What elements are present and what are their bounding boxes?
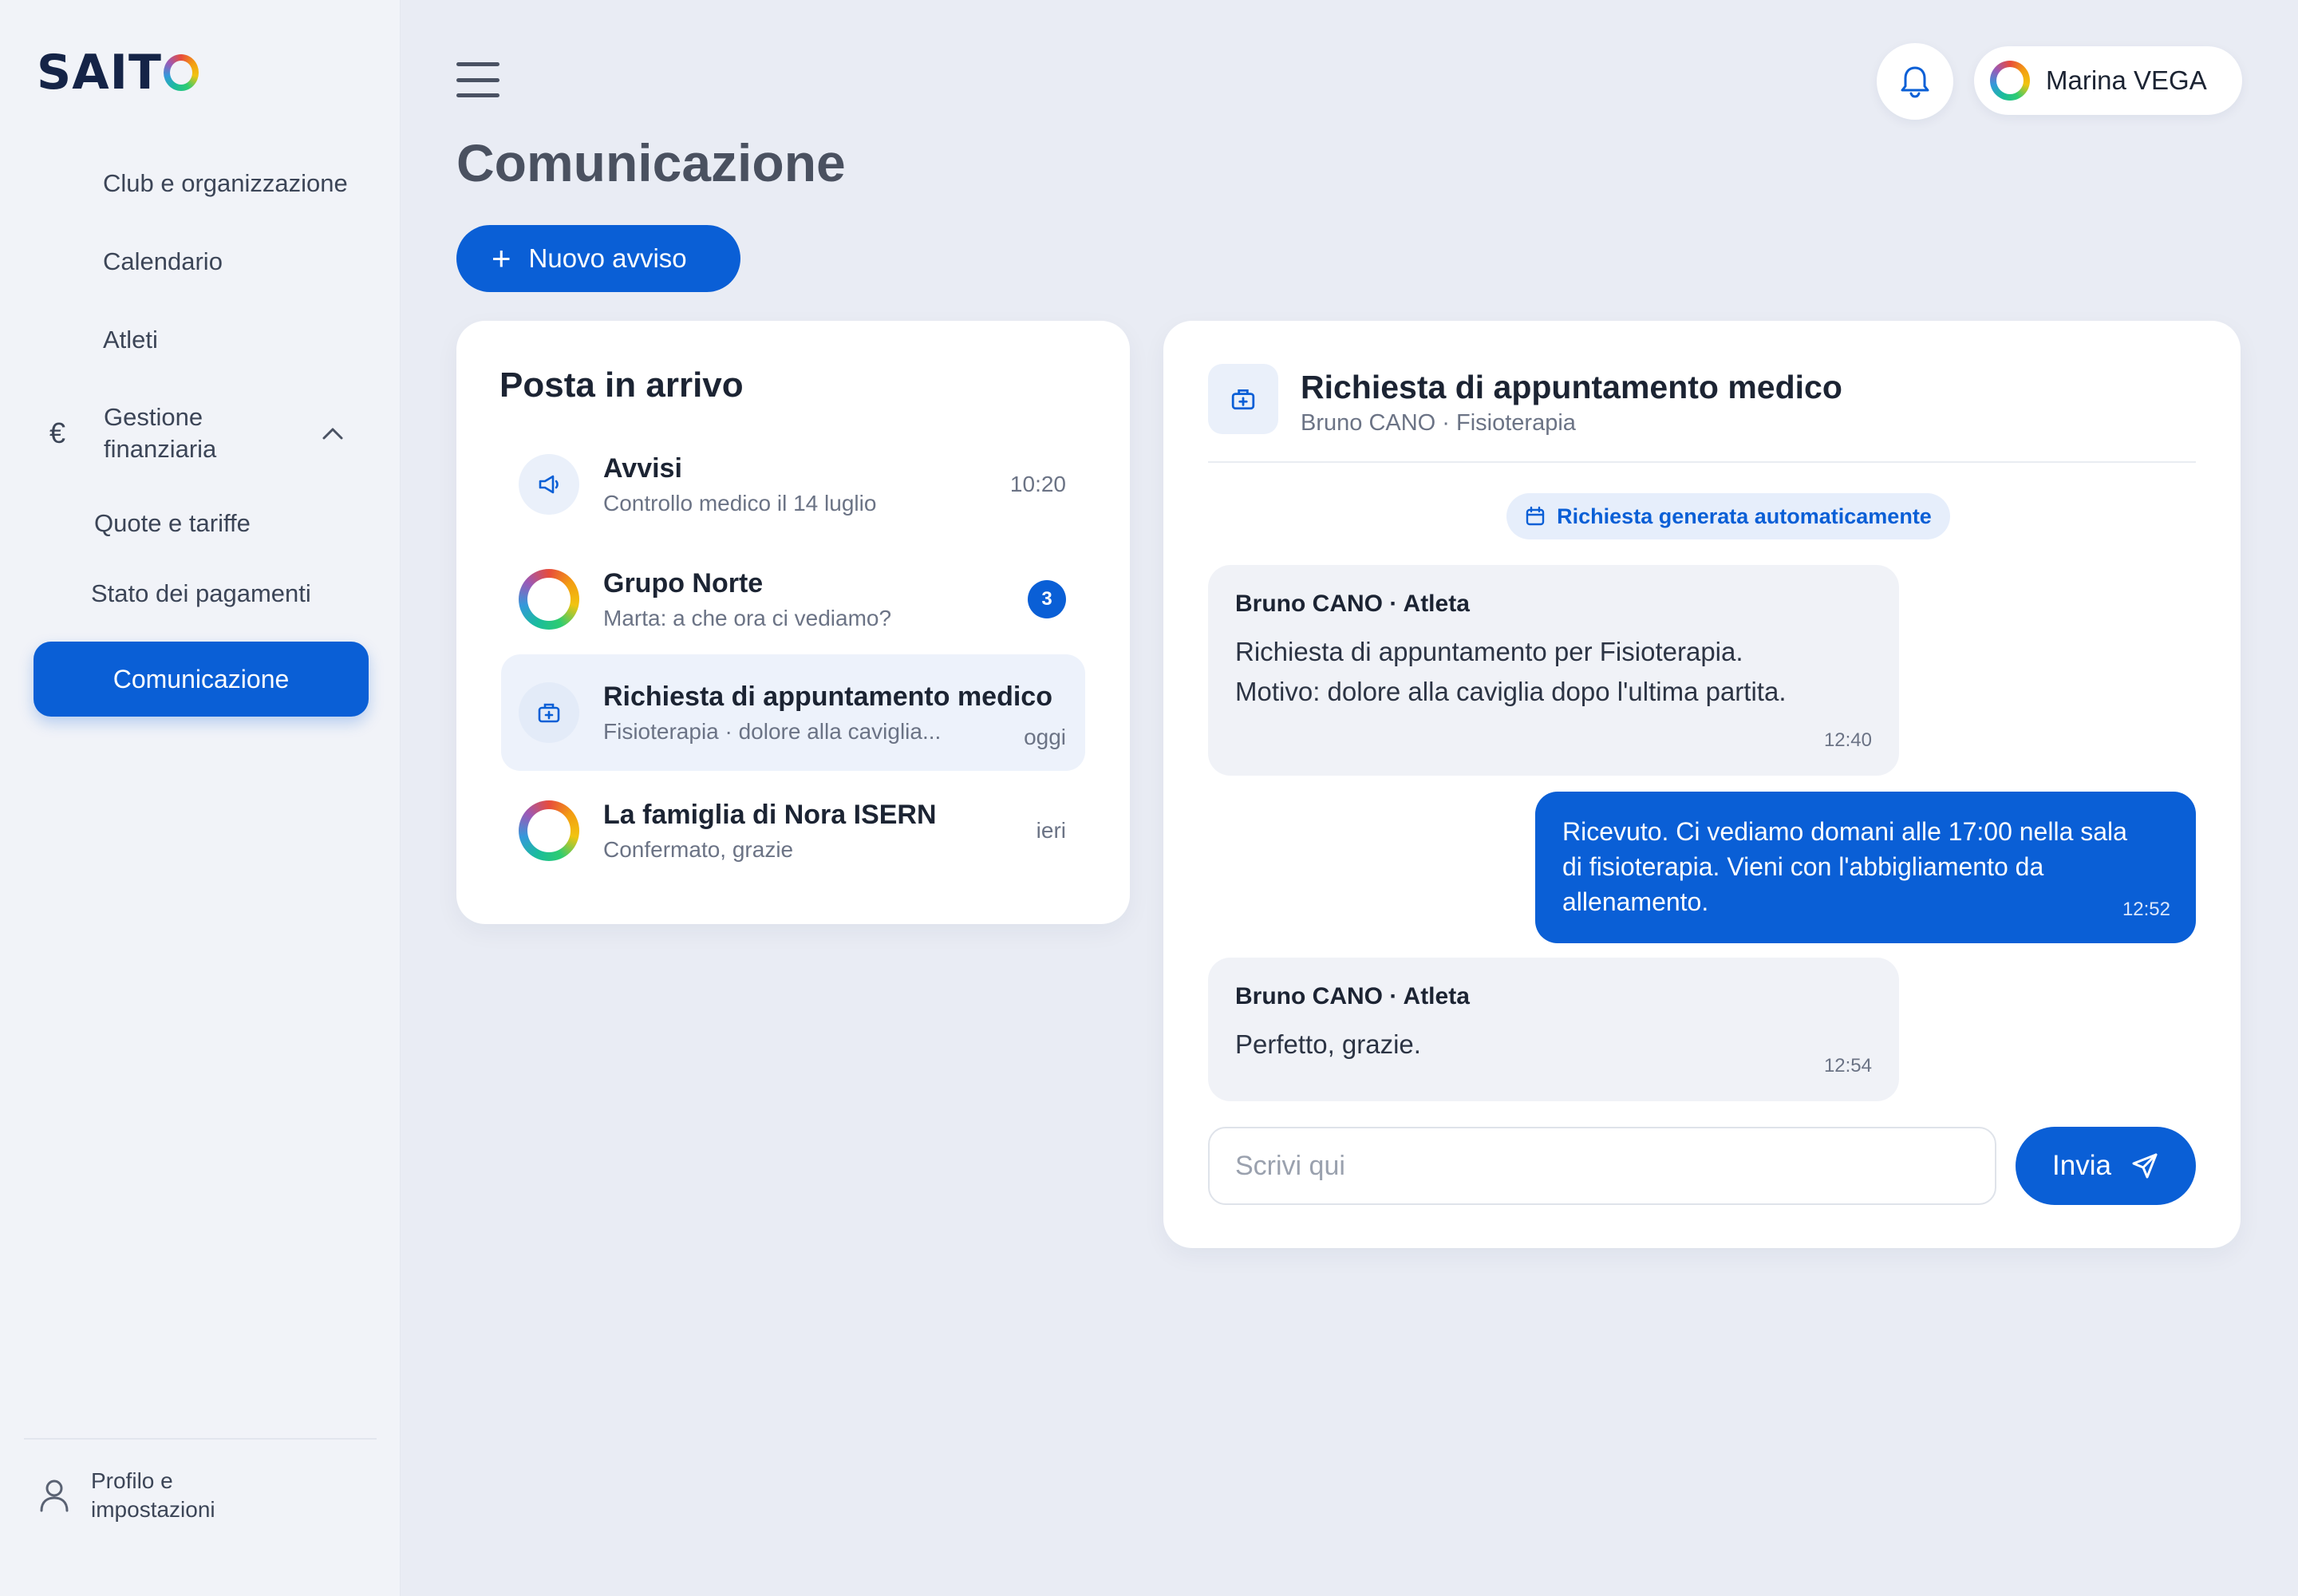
sidebar-item-club[interactable]: Club e organizzazione	[103, 169, 348, 198]
new-notice-button[interactable]: + Nuovo avviso	[456, 225, 740, 292]
send-button[interactable]: Invia	[2016, 1127, 2196, 1205]
conversation-time: oggi	[1024, 725, 1066, 749]
conversation-title: La famiglia di Nora ISERN	[603, 799, 937, 830]
medical-kit-icon	[519, 682, 579, 743]
user-avatar	[1990, 61, 2030, 101]
message-time: 12:52	[2122, 899, 2170, 920]
send-icon	[2132, 1153, 2158, 1179]
page-title: Comunicazione	[456, 133, 846, 192]
sidebar-divider	[24, 1438, 377, 1440]
sidebar-item-profile[interactable]: Profilo e impostazioni	[38, 1467, 251, 1524]
system-note-text: Richiesta generata automaticamente	[1557, 504, 1932, 528]
conversation-title: Avvisi	[603, 452, 682, 484]
message-time: 12:54	[1823, 1055, 1872, 1077]
conversation-time: 10:20	[1009, 472, 1066, 496]
conversation-text: Grupo Norte Marta: a che ora ci vediamo?	[603, 568, 1028, 631]
sidebar: SAIT Club e organizzazione Calendario At…	[0, 0, 401, 1596]
conversation-item-richiesta-appuntamento[interactable]: Richiesta di appuntamento medico Fisiote…	[501, 654, 1085, 771]
user-menu[interactable]: Marina VEGA	[1974, 46, 2242, 115]
conversation-preview: Controllo medico il 14 luglio	[603, 490, 877, 516]
message-input[interactable]	[1208, 1127, 1996, 1205]
chat-title: Richiesta di appuntamento medico	[1301, 369, 1842, 405]
group-avatar	[519, 569, 579, 630]
inbox-title: Posta in arrivo	[499, 365, 744, 405]
app-logo[interactable]: SAIT	[37, 45, 199, 101]
message-incoming: Bruno CANO · Atleta Richiesta di appunta…	[1208, 565, 1899, 776]
conversation-preview: Fisioterapia · dolore alla caviglia...	[603, 718, 942, 744]
megaphone-icon	[519, 454, 579, 515]
conversation-time: ieri	[1036, 818, 1066, 843]
sidebar-item-comunicazione[interactable]: Comunicazione	[34, 642, 369, 717]
system-note: Richiesta generata automaticamente	[1506, 493, 1950, 539]
message-incoming: Bruno CANO · Atleta Perfetto, grazie. 12…	[1208, 958, 1899, 1101]
notifications-button[interactable]	[1877, 43, 1953, 120]
sidebar-group-gestione-finanziaria[interactable]: € Gestione finanziaria	[49, 399, 353, 468]
sidebar-item-calendario[interactable]: Calendario	[103, 247, 223, 276]
conversation-preview: Confermato, grazie	[603, 836, 794, 862]
message-line: Richiesta di appuntamento per Fisioterap…	[1235, 637, 1743, 666]
message-body: Ricevuto. Ci vediamo domani alle 17:00 n…	[1562, 817, 2127, 916]
plus-icon: +	[492, 239, 511, 277]
user-name: Marina VEGA	[2046, 65, 2207, 95]
sidebar-item-label: Comunicazione	[113, 664, 290, 693]
menu-icon[interactable]	[456, 62, 499, 97]
new-notice-label: Nuovo avviso	[528, 243, 687, 273]
conversation-item-grupo-norte[interactable]: Grupo Norte Marta: a che ora ci vediamo?…	[501, 541, 1085, 658]
message-line: Motivo: dolore alla caviglia dopo l'ulti…	[1235, 677, 1787, 706]
chat-subtitle: Bruno CANO · Fisioterapia	[1301, 410, 1576, 436]
send-label: Invia	[2052, 1150, 2111, 1181]
message-outgoing: Ricevuto. Ci vediamo domani alle 17:00 n…	[1535, 792, 2196, 943]
message-sender: Bruno CANO · Atleta	[1235, 983, 1470, 1009]
bell-icon	[1901, 66, 1929, 98]
conversation-title: Grupo Norte	[603, 567, 764, 598]
family-avatar	[519, 800, 579, 861]
unread-badge: 3	[1028, 580, 1066, 618]
chat-panel: Richiesta di appuntamento medico Bruno C…	[1163, 321, 2241, 1248]
message-body: Perfetto, grazie.	[1235, 1029, 1421, 1059]
sidebar-item-quote-tariffe[interactable]: Quote e tariffe	[94, 509, 251, 538]
conversation-title: Richiesta di appuntamento medico	[603, 681, 1052, 712]
conversation-item-avvisi[interactable]: Avvisi Controllo medico il 14 luglio 10:…	[501, 426, 1085, 543]
inbox-panel: Posta in arrivo Avvisi Controllo medico …	[456, 321, 1130, 924]
conversation-text: La famiglia di Nora ISERN Confermato, gr…	[603, 800, 1036, 863]
profile-label: Profilo e impostazioni	[91, 1468, 215, 1522]
user-icon	[40, 1479, 69, 1512]
chat-divider	[1208, 461, 2196, 463]
sidebar-group-label: Gestione finanziaria	[104, 403, 217, 463]
sidebar-item-stato-pagamenti[interactable]: Stato dei pagamenti	[91, 579, 311, 608]
conversation-preview: Marta: a che ora ci vediamo?	[603, 605, 892, 630]
message-sender: Bruno CANO · Atleta	[1235, 591, 1470, 617]
euro-icon: €	[49, 417, 66, 449]
chevron-up-icon	[322, 428, 343, 440]
calendar-icon	[1526, 506, 1545, 526]
conversation-text: Richiesta di appuntamento medico Fisiote…	[603, 681, 1052, 745]
medical-kit-icon	[1208, 364, 1278, 434]
conversation-text: Avvisi Controllo medico il 14 luglio	[603, 453, 1010, 516]
message-time: 12:40	[1823, 729, 1872, 751]
conversation-item-famiglia-nora[interactable]: La famiglia di Nora ISERN Confermato, gr…	[501, 772, 1085, 889]
logo-ring-icon	[163, 54, 199, 91]
message-body: Richiesta di appuntamento per Fisioterap…	[1235, 632, 1872, 712]
sidebar-item-atleti[interactable]: Atleti	[103, 326, 158, 354]
logo-text: SAIT	[37, 45, 162, 101]
